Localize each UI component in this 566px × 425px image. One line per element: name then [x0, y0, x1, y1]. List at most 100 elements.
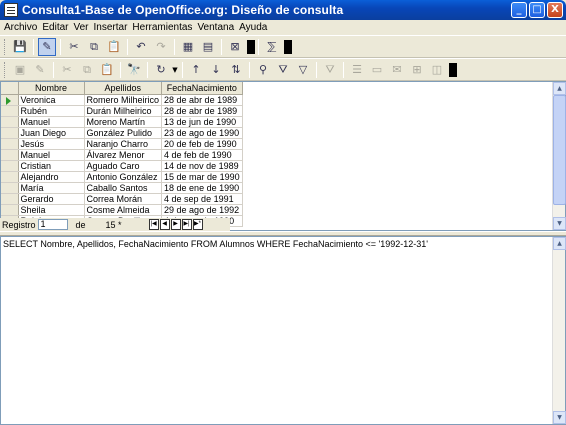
first-record-icon[interactable]: |◀ [148, 219, 159, 230]
cell-nombre[interactable]: Juan Diego [18, 127, 85, 139]
copy-icon[interactable]: ⧉ [85, 38, 103, 56]
table-row[interactable]: Veronica Romero Milheirico 28 de abr de 19… [1, 94, 243, 106]
column-header-fechanacimiento[interactable]: FechaNacimiento [161, 82, 243, 95]
cut-icon[interactable]: ✂ [65, 38, 83, 56]
menu-archivo[interactable]: Archivo [3, 22, 41, 33]
cell-nombre[interactable]: Gerardo [18, 193, 85, 205]
refresh-icon[interactable]: ↻ [152, 61, 170, 79]
standard-filter-icon[interactable]: ⛛ [274, 61, 292, 79]
cell-apellidos[interactable]: Aguado Caro [84, 160, 163, 172]
data-source-icon[interactable]: ⊞ [408, 61, 426, 79]
data-to-fields-icon[interactable]: ▭ [368, 61, 386, 79]
row-header[interactable] [1, 149, 19, 161]
table-row[interactable]: María Caballo Santos 18 de ene de 1990 [1, 182, 243, 194]
menu-insertar[interactable]: Insertar [93, 22, 132, 33]
table-row[interactable]: Sheila Cosme Almeida 29 de ago de 1992 [1, 204, 243, 216]
row-header[interactable] [1, 193, 19, 205]
row-header[interactable] [1, 182, 19, 194]
cell-nombre[interactable]: María [18, 182, 85, 194]
edit-mode-icon[interactable]: ✎ [38, 37, 56, 56]
cell-nombre[interactable]: Rubén [18, 105, 85, 117]
explorer-icon[interactable]: ◫ [428, 61, 446, 79]
table-row[interactable]: Jesús Naranjo Charro 20 de feb de 1990 [1, 138, 243, 150]
sort-icon[interactable]: ⇅ [227, 61, 245, 79]
cell-nombre[interactable]: Jesús [18, 138, 85, 150]
close-button[interactable]: X [547, 2, 563, 18]
paste-icon[interactable]: 📋 [98, 61, 116, 79]
save-icon[interactable]: 💾 [11, 38, 29, 56]
menu-ventana[interactable]: Ventana [196, 22, 238, 33]
sql-editor[interactable]: SELECT Nombre, Apellidos, FechaNacimient… [0, 236, 566, 425]
cell-fechanacimiento[interactable]: 14 de nov de 1989 [161, 160, 243, 172]
scroll-up-icon[interactable]: ▲ [553, 82, 566, 95]
maximize-button[interactable]: □ [529, 2, 545, 18]
find-record-icon[interactable]: 🔭 [125, 61, 143, 79]
scroll-up-icon[interactable]: ▲ [553, 237, 566, 250]
cell-apellidos[interactable]: Caballo Santos [84, 182, 163, 194]
table-row[interactable]: Juan Diego González Pulido 23 de ago de 19… [1, 127, 243, 139]
cell-nombre[interactable]: Manuel [18, 149, 85, 161]
column-header-nombre[interactable]: Nombre [18, 82, 85, 95]
cut-icon[interactable]: ✂ [58, 61, 76, 79]
cell-apellidos[interactable]: Naranjo Charro [84, 138, 163, 150]
table-row[interactable]: Manuel Moreno Martín 13 de jun de 1990 [1, 116, 243, 128]
cell-fechanacimiento[interactable]: 4 de sep de 1991 [161, 193, 243, 205]
new-record-icon[interactable]: ▶* [192, 219, 203, 230]
scroll-thumb[interactable] [553, 95, 566, 205]
row-header[interactable] [1, 138, 19, 150]
cell-nombre[interactable]: Alejandro [18, 171, 85, 183]
column-header-apellidos[interactable]: Apellidos [84, 82, 163, 95]
cell-apellidos[interactable]: Romero Milheirico [84, 94, 163, 106]
cell-fechanacimiento[interactable]: 20 de feb de 1990 [161, 138, 243, 150]
cell-nombre[interactable]: Veronica [18, 94, 85, 106]
cell-fechanacimiento[interactable]: 28 de abr de 1989 [161, 105, 243, 117]
row-header[interactable] [1, 127, 19, 139]
cell-apellidos[interactable]: Álvarez Menor [84, 149, 163, 161]
autofilter-icon[interactable]: ⚲ [254, 61, 272, 79]
chevron-down-icon[interactable]: ▼ [171, 61, 179, 79]
toolbar-overflow-icon[interactable] [247, 39, 255, 54]
sql-vertical-scrollbar[interactable]: ▲ ▼ [552, 237, 566, 424]
data-to-text-icon[interactable]: ☰ [348, 61, 366, 79]
redo-icon[interactable]: ↷ [152, 38, 170, 56]
minimize-button[interactable]: _ [511, 2, 527, 18]
edit-data-icon[interactable]: ✎ [31, 61, 49, 79]
row-header[interactable] [1, 116, 19, 128]
row-header[interactable] [1, 204, 19, 216]
table-row[interactable]: Gerardo Correa Morán 4 de sep de 1991 [1, 193, 243, 205]
paste-icon[interactable]: 📋 [105, 38, 123, 56]
row-header[interactable] [1, 160, 19, 172]
copy-icon[interactable]: ⧉ [78, 61, 96, 79]
cell-apellidos[interactable]: Antonio González [84, 171, 163, 183]
record-number-field[interactable]: 1 [37, 219, 68, 230]
table-row[interactable]: Cristian Aguado Caro 14 de nov de 1989 [1, 160, 243, 172]
next-record-icon[interactable]: ▶ [170, 219, 181, 230]
cell-apellidos[interactable]: González Pulido [84, 127, 163, 139]
last-record-icon[interactable]: ▶| [181, 219, 192, 230]
cell-fechanacimiento[interactable]: 18 de ene de 1990 [161, 182, 243, 194]
cell-apellidos[interactable]: Cosme Almeida [84, 204, 163, 216]
row-header[interactable] [1, 171, 19, 183]
cell-apellidos[interactable]: Durán Milheirico [84, 105, 163, 117]
clear-query-icon[interactable]: ▤ [199, 38, 217, 56]
cell-fechanacimiento[interactable]: 23 de ago de 1990 [161, 127, 243, 139]
cell-fechanacimiento[interactable]: 13 de jun de 1990 [161, 116, 243, 128]
menu-herramientas[interactable]: Herramientas [131, 22, 196, 33]
remove-filter-icon[interactable]: ⛛ [321, 61, 339, 79]
sql-mode-icon[interactable]: ⅀ [263, 38, 281, 56]
cell-apellidos[interactable]: Moreno Martín [84, 116, 163, 128]
row-header[interactable] [1, 94, 19, 106]
cell-fechanacimiento[interactable]: 28 de abr de 1989 [161, 94, 243, 106]
save-record-icon[interactable]: ▣ [11, 61, 29, 79]
cell-nombre[interactable]: Sheila [18, 204, 85, 216]
toolbar-overflow-icon[interactable] [449, 62, 457, 77]
table-row[interactable]: Alejandro Antonio González 15 de mar de 19… [1, 171, 243, 183]
run-query-icon[interactable]: ▦ [179, 38, 197, 56]
table-row[interactable]: Manuel Álvarez Menor 4 de feb de 1990 [1, 149, 243, 161]
apply-filter-icon[interactable]: ▽ [294, 61, 312, 79]
cell-apellidos[interactable]: Correa Morán [84, 193, 163, 205]
grid-vertical-scrollbar[interactable]: ▲ ▼ [552, 82, 566, 230]
previous-record-icon[interactable]: ◀ [159, 219, 170, 230]
sort-ascending-icon[interactable]: ↑ [187, 61, 205, 79]
cell-fechanacimiento[interactable]: 15 de mar de 1990 [161, 171, 243, 183]
